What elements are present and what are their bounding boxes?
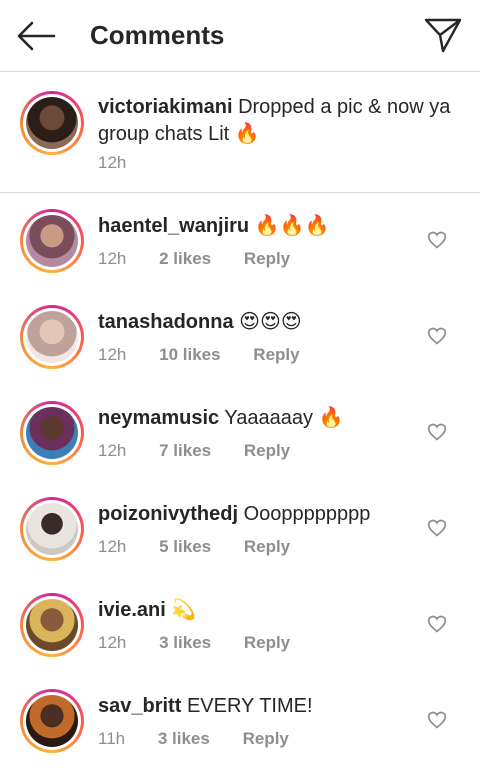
comment-item: neymamusic Yaaaaaay 🔥 12h 7 likes Reply: [0, 385, 480, 481]
comment-text: sav_britt EVERY TIME!: [98, 693, 313, 718]
comment-text: poizonivythedj Ooopppppppp: [98, 501, 370, 526]
avatar[interactable]: [20, 497, 84, 561]
comment-emoji: 🔥: [318, 405, 344, 429]
heart-icon[interactable]: [427, 518, 447, 538]
caption-emoji: 🔥: [234, 121, 260, 145]
likes-count[interactable]: 2 likes: [159, 249, 211, 268]
comment-time: 12h: [98, 249, 127, 268]
heart-icon[interactable]: [427, 710, 447, 730]
paper-plane-icon[interactable]: [423, 16, 463, 54]
likes-count[interactable]: 3 likes: [159, 633, 211, 652]
caption-text: victoriakimani Dropped a pic & now ya gr…: [98, 94, 458, 147]
comment-time: 12h: [98, 441, 127, 460]
comment-meta: 11h 3 likes Reply: [98, 729, 317, 749]
comment-text: neymamusic Yaaaaaay 🔥: [98, 405, 343, 430]
comment-time: 12h: [98, 633, 127, 652]
comment-meta: 12h 5 likes Reply: [98, 537, 318, 557]
likes-count[interactable]: 5 likes: [159, 537, 211, 556]
comment-item: sav_britt EVERY TIME! 11h 3 likes Reply: [0, 673, 480, 769]
comment-item: poizonivythedj Ooopppppppp 12h 5 likes R…: [0, 481, 480, 577]
comments-header: Comments: [0, 0, 480, 72]
avatar[interactable]: [20, 689, 84, 753]
likes-count[interactable]: 10 likes: [159, 345, 220, 364]
caption-time: 12h: [98, 153, 127, 172]
reply-button[interactable]: Reply: [243, 729, 289, 748]
heart-icon[interactable]: [427, 614, 447, 634]
reply-button[interactable]: Reply: [244, 441, 290, 460]
comment-username[interactable]: ivie.ani: [98, 599, 166, 621]
comment-text: tanashadonna 😍😍😍: [98, 309, 302, 334]
avatar[interactable]: [20, 401, 84, 465]
comment-meta: 12h 3 likes Reply: [98, 633, 318, 653]
reply-button[interactable]: Reply: [244, 633, 290, 652]
heart-icon[interactable]: [427, 326, 447, 346]
comment-username[interactable]: poizonivythedj: [98, 503, 238, 525]
comment-body: Yaaaaaay: [224, 407, 313, 429]
comment-username[interactable]: haentel_wanjiru: [98, 215, 249, 237]
comment-text: haentel_wanjiru 🔥🔥🔥: [98, 213, 329, 238]
comment-meta: 12h 2 likes Reply: [98, 249, 318, 269]
page-title: Comments: [90, 20, 225, 50]
heart-icon[interactable]: [427, 422, 447, 442]
comment-username[interactable]: sav_britt: [98, 695, 181, 717]
comment-time: 12h: [98, 537, 127, 556]
comment-emoji: 🔥🔥🔥: [254, 213, 330, 237]
comment-body: Ooopppppppp: [243, 503, 371, 525]
comment-item: ivie.ani 💫 12h 3 likes Reply: [0, 577, 480, 673]
heart-icon[interactable]: [427, 230, 447, 250]
comment-username[interactable]: neymamusic: [98, 407, 219, 429]
avatar[interactable]: [20, 305, 84, 369]
reply-button[interactable]: Reply: [253, 345, 299, 364]
comment-meta: 12h 10 likes Reply: [98, 345, 328, 365]
avatar[interactable]: [20, 593, 84, 657]
reply-button[interactable]: Reply: [244, 249, 290, 268]
avatar[interactable]: [20, 209, 84, 273]
post-caption: victoriakimani Dropped a pic & now ya gr…: [0, 72, 480, 193]
comment-emoji: 💫: [171, 597, 197, 621]
comment-text: ivie.ani 💫: [98, 597, 196, 622]
comment-meta: 12h 7 likes Reply: [98, 441, 318, 461]
caption-username[interactable]: victoriakimani: [98, 96, 233, 118]
reply-button[interactable]: Reply: [244, 537, 290, 556]
comment-body: EVERY TIME!: [186, 695, 313, 717]
comment-time: 12h: [98, 345, 127, 364]
likes-count[interactable]: 3 likes: [158, 729, 210, 748]
comment-item: haentel_wanjiru 🔥🔥🔥 12h 2 likes Reply: [0, 193, 480, 289]
likes-count[interactable]: 7 likes: [159, 441, 211, 460]
comment-username[interactable]: tanashadonna: [98, 311, 234, 333]
comment-time: 11h: [98, 729, 126, 748]
avatar[interactable]: [20, 91, 84, 155]
comment-emoji: 😍😍😍: [239, 309, 302, 333]
arrow-left-icon[interactable]: [14, 20, 58, 52]
comment-item: tanashadonna 😍😍😍 12h 10 likes Reply: [0, 289, 480, 385]
